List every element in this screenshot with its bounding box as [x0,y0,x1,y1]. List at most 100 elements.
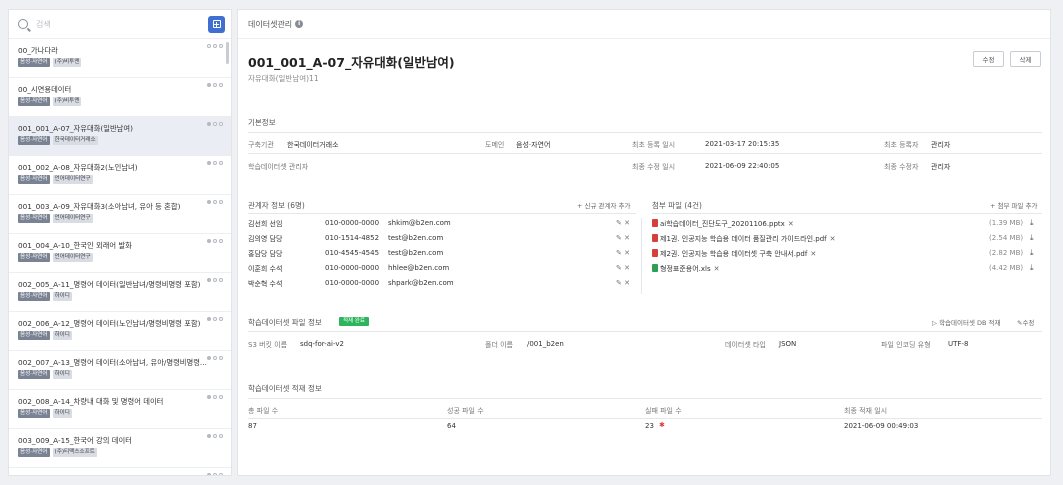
list-item[interactable]: 00_가나다라음성·자연어 (주)비투엔 [9,39,231,78]
divider [652,213,1042,214]
download-icon[interactable]: ⤓ [1030,218,1034,228]
tag: 음성·자연어 [18,136,50,145]
edit-button[interactable]: 수정 [973,51,1004,67]
attachment-item[interactable]: 제2권. 인공지능 학습용 데이터셋 구축 안내서.pdf ✕ [652,249,816,259]
file-info-edit-label: 수정 [1022,319,1035,327]
page-title: 데이터셋관리 [248,19,293,29]
plus-square-icon [212,20,221,28]
contact-phone: 010-0000-0000 [325,264,380,272]
contact-phone: 010-1514-4852 [325,234,380,242]
attachment-item[interactable]: ai학습데이터_진단도구_20201106.pptx ✕ [652,219,794,229]
dataset-list-panel: 00_가나다라음성·자연어(주)비투엔00_시연용데이터음성·자연어(주)비투엔… [8,9,232,476]
add-dataset-button[interactable] [208,15,225,33]
attachment-item[interactable]: 형정표준용어.xls ✕ [652,264,719,274]
tag: 언어데이터연구 [52,253,93,262]
download-icon[interactable]: ⤓ [1030,248,1034,258]
more-options-icon[interactable] [207,278,223,282]
more-options-icon[interactable] [207,161,223,165]
tag-group: 음성·자연어 (주)비투엔 [18,58,222,67]
contact-email: test@b2en.com [388,234,444,242]
contact-actions: ✎ ✕ [616,249,630,257]
close-icon[interactable]: ✕ [624,264,630,272]
list-scrollbar[interactable] [226,42,229,64]
list-item[interactable]: 00_시연용데이터 음성·자연어 (주)비투엔 [9,78,231,117]
list-item[interactable]: 003_010_A-16_한국어 방송 데이터 [9,468,231,475]
more-options-icon[interactable] [207,356,223,360]
domain-value: 음성·자연어 [516,141,551,149]
list-item-title: 001_003_A-09_자유대화3(소아남녀, 유아 등 혼합) [18,202,181,211]
list-item-title: 002_007_A-13_명령어 데이터(소아남녀, 유아/명령비명령... [18,358,207,367]
attachment-name: 제2권. 인공지능 학습용 데이터셋 구축 안내서.pdf [660,250,808,258]
delete-button[interactable]: 삭제 [1010,51,1041,67]
close-icon[interactable]: ✕ [830,235,836,243]
info-icon[interactable]: i [295,20,304,28]
list-item[interactable]: 002_007_A-13_명령어 데이터(소아남녀, 유아/명령비명령... 음성… [9,351,231,390]
org-value: 한국데이터거래소 [287,141,339,149]
tag-group: 음성·자연어 하이디 [18,331,222,340]
more-options-icon[interactable] [207,473,223,475]
contact-name: 홍담당 담당 [248,250,283,258]
edit-icon[interactable]: ✎ [616,219,622,227]
more-options-icon[interactable] [207,434,223,438]
column-divider [641,218,642,294]
close-icon[interactable]: ✕ [624,279,630,287]
fail-files-label: 실패 파일 수 [645,407,682,415]
tag: 음성·자연어 [18,448,50,457]
list-item[interactable]: 002_006_A-12_명령어 데이터(노인남녀/명령비명령 포함) 음성·자연… [9,312,231,351]
page-header: 데이터셋관리 i [238,10,1050,39]
list-item[interactable]: 002_005_A-11_명령어 데이터(일반남녀/명령비명령 포함) 음성·자연… [9,273,231,312]
list-item[interactable]: 001_003_A-09_자유대화3(소아남녀, 유아 등 혼합) 음성·자연어 언… [9,195,231,234]
list-item[interactable]: 003_009_A-15_한국어 강의 데이터 음성·자연어 (주)티맥스소프트 [9,429,231,468]
edit-icon[interactable]: ✎ [616,234,622,242]
search-input[interactable] [36,19,196,29]
modified-label: 최종 수정 일시 [632,163,676,171]
close-icon[interactable]: ✕ [624,234,630,242]
tag: 언어데이터연구 [52,175,93,184]
list-item[interactable]: 001_002_A-08_자유대화2(노인남녀) 음성·자연어 언어데이터연구 [9,156,231,195]
more-options-icon[interactable] [207,395,223,399]
list-item-title: 001_002_A-08_자유대화2(노인남녀) [18,163,138,172]
more-options-icon[interactable] [207,122,223,126]
attachment-item[interactable]: 제1권. 인공지능 학습용 데이터 품질관리 가이드라인.pdf ✕ [652,234,836,244]
encoding-label: 파일 인코딩 유형 [881,341,931,349]
close-icon[interactable]: ✕ [788,220,794,228]
list-item[interactable]: 002_008_A-14_차량내 대화 및 명령어 데이터 음성·자연어 하이디 [9,390,231,429]
contact-phone: 010-4545-4545 [325,249,380,257]
more-options-icon[interactable] [207,317,223,321]
list-item[interactable]: 001_004_A-10_한국인 외래어 발화 음성·자연어 언어데이터연구 [9,234,231,273]
contact-name: 김의영 담당 [248,235,283,243]
contact-email: shkim@b2en.com [388,219,451,227]
basic-info-title: 기본정보 [248,118,276,127]
tag: 하이디 [52,370,72,379]
more-options-icon[interactable] [207,83,223,87]
db-load-link[interactable]: ▷ 학습데이터셋 DB 적재 [932,317,1001,327]
error-bug-icon[interactable]: ✱ [659,421,665,429]
search-icon[interactable] [18,19,28,29]
file-info-edit-link[interactable]: ✎수정 [1017,317,1034,327]
search-bar [9,10,231,39]
more-options-icon[interactable] [207,200,223,204]
list-item-title: 00_가나다라 [18,46,58,55]
tag: 음성·자연어 [18,58,50,67]
more-options-icon[interactable] [207,44,223,48]
edit-icon[interactable]: ✎ [616,279,622,287]
list-item[interactable]: 001_001_A-07_자유대화(일반남여) 음성·자연어 한국데이터거래소 [9,117,231,156]
download-icon[interactable]: ⤓ [1030,233,1034,243]
list-item-title: 001_004_A-10_한국인 외래어 발화 [18,241,132,250]
dataset-title: 001_001_A-07_자유대화(일반남여) [248,55,455,70]
close-icon[interactable]: ✕ [624,219,630,227]
divider [248,331,1042,332]
contact-actions: ✎ ✕ [616,264,630,272]
more-options-icon[interactable] [207,239,223,243]
add-attachment-link[interactable]: + 첨부 파일 추가 [990,200,1038,210]
contact-actions: ✎ ✕ [616,234,630,242]
close-icon[interactable]: ✕ [624,249,630,257]
add-contact-link[interactable]: + 신규 관계자 추가 [577,200,631,210]
last-load-value: 2021-06-09 00:49:03 [844,422,919,430]
attachment-name: ai학습데이터_진단도구_20201106.pptx [660,220,785,228]
download-icon[interactable]: ⤓ [1030,263,1034,273]
close-icon[interactable]: ✕ [714,265,720,273]
edit-icon[interactable]: ✎ [616,249,622,257]
close-icon[interactable]: ✕ [810,250,816,258]
edit-icon[interactable]: ✎ [616,264,622,272]
